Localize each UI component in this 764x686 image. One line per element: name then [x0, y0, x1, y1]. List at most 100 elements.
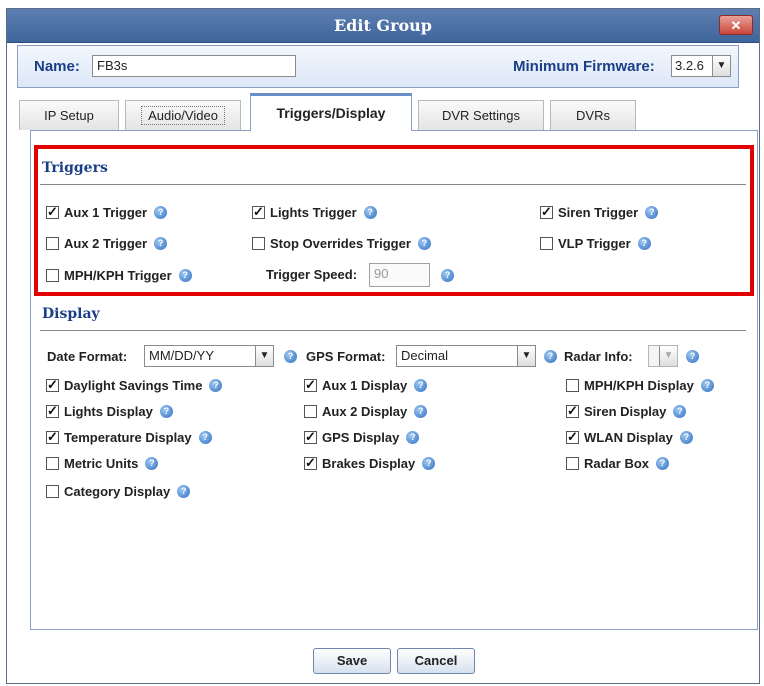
- chevron-down-icon[interactable]: ▼: [255, 346, 273, 366]
- checkbox-box[interactable]: [566, 429, 579, 445]
- minimum-firmware-select[interactable]: 3.2.6 ▼: [671, 55, 731, 77]
- gps-format-select[interactable]: Decimal ▼: [396, 345, 536, 367]
- help-icon[interactable]: ?: [673, 404, 687, 418]
- aux1-trigger-checkbox[interactable]: Aux 1 Trigger?: [46, 203, 168, 221]
- name-label: Name:: [34, 58, 80, 75]
- help-icon[interactable]: ?: [679, 430, 693, 444]
- close-button[interactable]: ✕: [719, 15, 753, 35]
- lights-trigger-checkbox[interactable]: Lights Trigger?: [252, 203, 377, 221]
- help-icon[interactable]: ?: [700, 378, 714, 392]
- checkbox-box[interactable]: [46, 456, 59, 470]
- checkbox-box[interactable]: [46, 484, 59, 498]
- help-icon[interactable]: ?: [544, 350, 557, 363]
- help-icon[interactable]: ?: [441, 269, 454, 282]
- aux1-display-checkbox[interactable]: Aux 1 Display?: [304, 376, 428, 394]
- help-icon[interactable]: ?: [159, 404, 173, 418]
- help-icon[interactable]: ?: [198, 430, 212, 444]
- minimum-firmware-label: Minimum Firmware:: [513, 58, 655, 75]
- checkbox-box[interactable]: [304, 429, 317, 445]
- checkbox-box[interactable]: [566, 403, 579, 419]
- checkbox-label: Siren Trigger: [558, 204, 639, 220]
- tab-audio-video[interactable]: Audio/Video: [125, 100, 241, 130]
- help-icon[interactable]: ?: [637, 236, 651, 250]
- name-bar: Name: FB3s Minimum Firmware: 3.2.6 ▼: [17, 45, 739, 88]
- gps-format-value: Decimal: [401, 348, 448, 363]
- help-icon[interactable]: ?: [154, 236, 168, 250]
- checkbox-box[interactable]: [566, 456, 579, 470]
- metric-units-checkbox[interactable]: Metric Units?: [46, 454, 159, 472]
- chevron-down-icon[interactable]: ▼: [712, 56, 730, 76]
- lights-display-checkbox[interactable]: Lights Display?: [46, 402, 173, 420]
- checkbox-box[interactable]: [304, 455, 317, 471]
- tab-triggers-display[interactable]: Triggers/Display: [250, 93, 412, 131]
- checkbox-box[interactable]: [46, 204, 59, 220]
- checkbox-label: Aux 2 Trigger: [64, 235, 148, 251]
- help-icon[interactable]: ?: [417, 236, 431, 250]
- checkbox-box[interactable]: [46, 403, 59, 419]
- mph-kph-trigger-checkbox[interactable]: MPH/KPH Trigger?: [46, 266, 192, 284]
- cancel-button[interactable]: Cancel: [397, 648, 475, 674]
- help-icon[interactable]: ?: [145, 456, 159, 470]
- siren-trigger-checkbox[interactable]: Siren Trigger?: [540, 203, 659, 221]
- help-icon[interactable]: ?: [178, 268, 192, 282]
- checkbox-box[interactable]: [252, 204, 265, 220]
- help-icon[interactable]: ?: [406, 430, 420, 444]
- title-bar[interactable]: Edit Group ✕: [7, 9, 759, 43]
- checkbox-label: Lights Trigger: [270, 204, 357, 220]
- temperature-display-checkbox[interactable]: Temperature Display?: [46, 428, 212, 446]
- trigger-speed-input[interactable]: 90: [369, 263, 430, 287]
- help-icon[interactable]: ?: [422, 456, 436, 470]
- date-format-select[interactable]: MM/DD/YY ▼: [144, 345, 274, 367]
- checkbox-box[interactable]: [566, 378, 579, 392]
- chevron-down-icon[interactable]: ▼: [659, 346, 677, 366]
- checkbox-box[interactable]: [540, 236, 553, 250]
- save-button[interactable]: Save: [313, 648, 391, 674]
- help-icon[interactable]: ?: [656, 456, 670, 470]
- wlan-display-checkbox[interactable]: WLAN Display?: [566, 428, 693, 446]
- brakes-display-checkbox[interactable]: Brakes Display?: [304, 454, 436, 472]
- checkbox-box[interactable]: [304, 377, 317, 393]
- help-icon[interactable]: ?: [177, 484, 191, 498]
- radar-box-checkbox[interactable]: Radar Box?: [566, 454, 670, 472]
- category-display-checkbox[interactable]: Category Display?: [46, 482, 191, 500]
- mph-kph-display-checkbox[interactable]: MPH/KPH Display?: [566, 376, 714, 394]
- tab-ip-setup[interactable]: IP Setup: [19, 100, 119, 130]
- radar-info-select[interactable]: ▼: [648, 345, 678, 367]
- aux2-display-checkbox[interactable]: Aux 2 Display?: [304, 402, 428, 420]
- checkbox-box[interactable]: [540, 204, 553, 220]
- help-icon[interactable]: ?: [686, 350, 699, 363]
- checkbox-box[interactable]: [46, 236, 59, 250]
- checkbox-label: Aux 1 Trigger: [64, 204, 148, 220]
- checkbox-label: Aux 2 Display: [322, 403, 408, 419]
- siren-display-checkbox[interactable]: Siren Display?: [566, 402, 687, 420]
- radar-info-label: Radar Info:: [564, 349, 633, 364]
- help-icon[interactable]: ?: [414, 404, 428, 418]
- tab-label: DVRs: [576, 108, 610, 123]
- vlp-trigger-checkbox[interactable]: VLP Trigger?: [540, 234, 651, 252]
- help-icon[interactable]: ?: [414, 378, 428, 392]
- checkbox-box[interactable]: [46, 377, 59, 393]
- gps-display-checkbox[interactable]: GPS Display?: [304, 428, 420, 446]
- help-icon[interactable]: ?: [363, 205, 377, 219]
- checkbox-box[interactable]: [252, 236, 265, 250]
- chevron-down-icon[interactable]: ▼: [517, 346, 535, 366]
- checkbox-label: Aux 1 Display: [322, 377, 408, 393]
- tab-dvrs[interactable]: DVRs: [550, 100, 636, 130]
- help-icon[interactable]: ?: [209, 378, 223, 392]
- checkbox-box[interactable]: [304, 404, 317, 418]
- checkbox-box[interactable]: [46, 429, 59, 445]
- checkbox-box[interactable]: [46, 268, 59, 282]
- help-icon[interactable]: ?: [645, 205, 659, 219]
- help-icon[interactable]: ?: [154, 205, 168, 219]
- checkbox-label: GPS Display: [322, 429, 400, 445]
- tab-label: DVR Settings: [441, 108, 521, 123]
- name-input[interactable]: FB3s: [92, 55, 296, 77]
- help-icon[interactable]: ?: [284, 350, 297, 363]
- tab-dvr-settings[interactable]: DVR Settings: [418, 100, 544, 130]
- daylight-savings-checkbox[interactable]: Daylight Savings Time?: [46, 376, 223, 394]
- display-section-title: Display: [42, 306, 100, 322]
- display-divider: [40, 330, 746, 331]
- aux2-trigger-checkbox[interactable]: Aux 2 Trigger?: [46, 234, 168, 252]
- stop-overrides-trigger-checkbox[interactable]: Stop Overrides Trigger?: [252, 234, 431, 252]
- checkbox-label: Daylight Savings Time: [64, 377, 203, 393]
